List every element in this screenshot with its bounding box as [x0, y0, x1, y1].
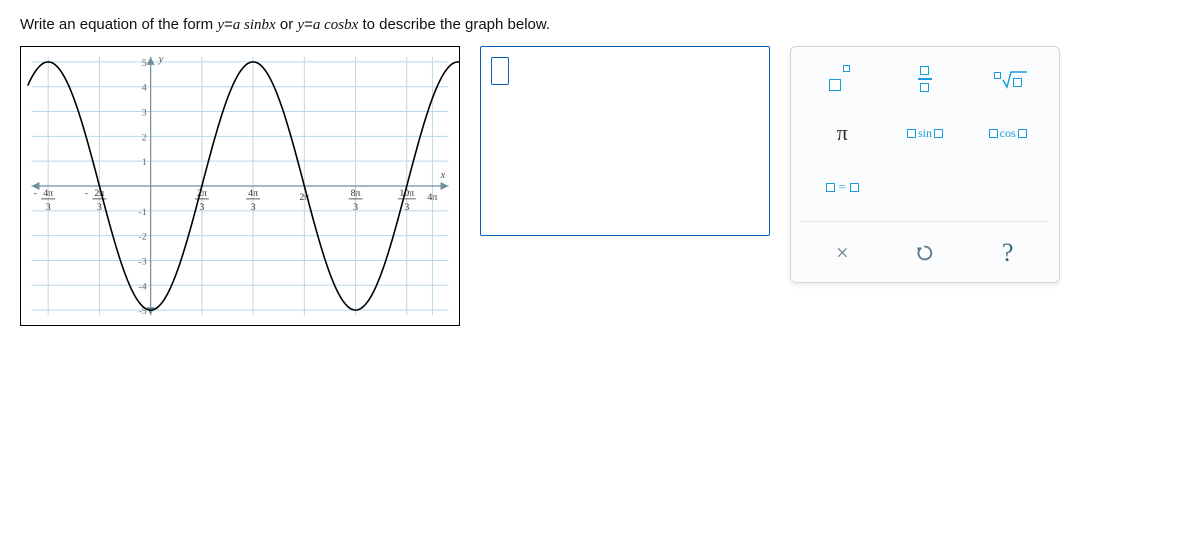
- fraction-bar-icon: [918, 78, 932, 79]
- svg-text:3: 3: [353, 202, 358, 213]
- x-tick-labels: 4π - 3 2π - 3 2π 3: [34, 188, 438, 213]
- y-axis-label: y: [158, 53, 164, 65]
- sin-label: sin: [918, 126, 932, 141]
- palette-cos-button[interactable]: cos: [973, 113, 1043, 153]
- svg-text:2: 2: [142, 132, 147, 143]
- palette-equals-button[interactable]: =: [807, 167, 877, 207]
- svg-text:3: 3: [46, 202, 51, 213]
- graph-svg: y x 5 4 3 2 1 -1 -2 -3 -4 -5 4π -: [21, 47, 459, 325]
- palette-sin-button[interactable]: sin: [890, 113, 960, 153]
- graph-panel: y x 5 4 3 2 1 -1 -2 -3 -4 -5 4π -: [20, 46, 460, 326]
- palette-power-button[interactable]: [807, 59, 877, 99]
- svg-text:10π: 10π: [399, 188, 414, 199]
- svg-text:3: 3: [97, 202, 102, 213]
- pi-symbol: π: [837, 120, 848, 146]
- q-text-or: or: [280, 16, 298, 33]
- svg-text:4π: 4π: [427, 192, 437, 203]
- placeholder-box-icon: [826, 183, 835, 192]
- y-tick-labels: 5 4 3 2 1 -1 -2 -3 -4 -5: [138, 58, 146, 317]
- question-prompt: Write an equation of the form y=a sinbx …: [20, 16, 1180, 34]
- q-eq2-eq: =: [304, 16, 313, 33]
- svg-text:3: 3: [199, 202, 204, 213]
- placeholder-box-icon: [907, 129, 916, 138]
- placeholder-box-icon: [920, 83, 929, 92]
- answer-input-area[interactable]: [480, 46, 770, 236]
- math-palette: π sin cos =: [790, 46, 1060, 283]
- svg-text:-4: -4: [138, 281, 146, 292]
- help-button[interactable]: ?: [973, 232, 1043, 274]
- placeholder-box-icon: [920, 66, 929, 75]
- answer-cursor-box[interactable]: [491, 57, 509, 85]
- placeholder-box-icon: [934, 129, 943, 138]
- svg-text:4π: 4π: [248, 188, 258, 199]
- svg-text:-: -: [85, 188, 88, 199]
- svg-text:8π: 8π: [351, 188, 361, 199]
- placeholder-box-icon: [1018, 129, 1027, 138]
- svg-text:1: 1: [142, 157, 147, 168]
- svg-text:3: 3: [142, 108, 147, 119]
- placeholder-box-icon: [843, 65, 850, 72]
- svg-text:-3: -3: [138, 256, 146, 267]
- placeholder-box-icon: [850, 183, 859, 192]
- equals-label: =: [839, 179, 846, 195]
- placeholder-box-icon: [989, 129, 998, 138]
- q-eq1-rhs: a sinbx: [233, 17, 276, 33]
- reset-button[interactable]: [890, 232, 960, 274]
- clear-button[interactable]: ×: [807, 232, 877, 274]
- placeholder-box-icon: [1013, 78, 1022, 87]
- svg-text:5: 5: [142, 58, 147, 69]
- svg-text:-1: -1: [138, 207, 146, 218]
- svg-text:4π: 4π: [43, 188, 53, 199]
- q-eq1-eq: =: [224, 16, 233, 33]
- svg-text:4: 4: [142, 83, 147, 94]
- cos-label: cos: [1000, 126, 1016, 141]
- svg-text:3: 3: [251, 202, 256, 213]
- placeholder-box-icon: [994, 72, 1001, 79]
- palette-fraction-button[interactable]: [890, 59, 960, 99]
- placeholder-box-icon: [829, 79, 841, 91]
- q-text-2: to describe the graph below.: [362, 16, 550, 33]
- undo-icon: [914, 242, 936, 264]
- palette-root-button[interactable]: [973, 59, 1043, 99]
- q-eq1-lhs: y: [217, 17, 224, 33]
- x-axis-label: x: [440, 169, 446, 181]
- palette-pi-button[interactable]: π: [807, 113, 877, 153]
- svg-text:-2: -2: [138, 232, 146, 243]
- help-icon: ?: [1002, 238, 1014, 268]
- close-icon: ×: [836, 240, 848, 266]
- svg-text:-: -: [34, 188, 37, 199]
- svg-text:3: 3: [404, 202, 409, 213]
- q-text-1: Write an equation of the form: [20, 16, 217, 33]
- q-eq2-rhs: a cosbx: [313, 17, 358, 33]
